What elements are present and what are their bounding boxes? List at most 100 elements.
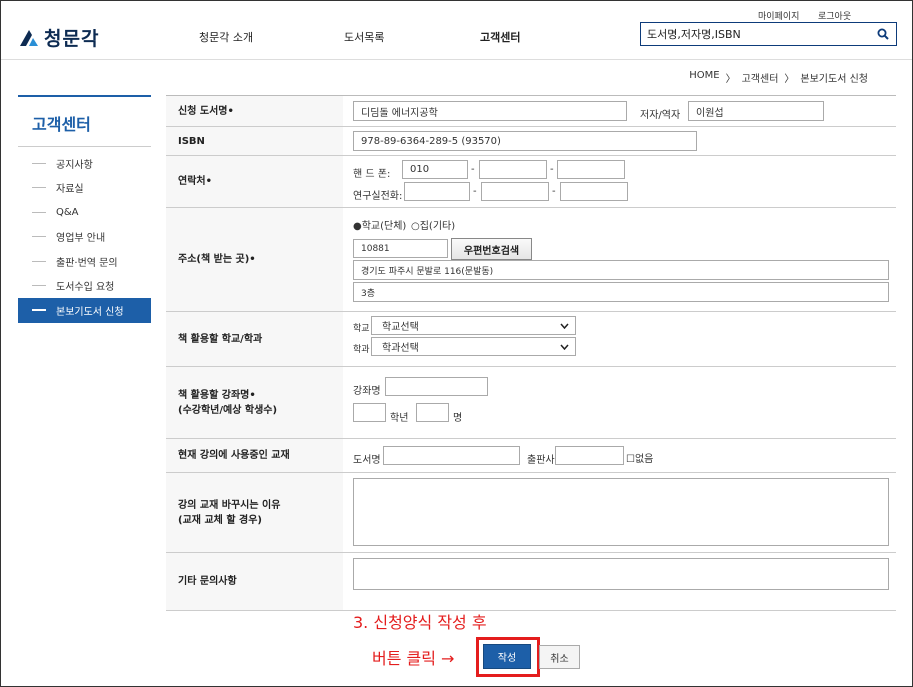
breadcrumb-separator: 〉 [725, 74, 736, 85]
dept-label: 학과 [353, 345, 370, 355]
sidebar-item-archive[interactable]: 자료실 [18, 176, 151, 201]
label-reason: 강의 교재 바꾸시는 이유 (교재 교체 할 경우) [166, 473, 343, 552]
dash-icon [32, 260, 46, 262]
row-address: 주소(책 받는 곳)• ●학교(단체) ○집(기타) 10881 우편번호검색 … [166, 208, 896, 312]
radio-school[interactable]: ●학교(단체) [353, 217, 406, 232]
sidebar-item-label: 공지사항 [56, 159, 93, 171]
label-course: 책 활용할 강좌명• (수강학년/예상 학생수) [166, 367, 343, 438]
label-reason-line1: 강의 교재 바꾸시는 이유 [178, 499, 281, 511]
dept-select-value: 학과선택 [382, 343, 419, 354]
grade-label: 학년 [390, 413, 409, 424]
top-header: 청문각 마이페이지 로그아웃 청문각 소개 도서목록 고객센터 [0, 0, 913, 60]
sidebar: 고객센터 공지사항 자료실 Q&A 영업부 안내 출판·번역 문의 도서수입 요… [18, 95, 151, 323]
row-reason: 강의 교재 바꾸시는 이유 (교재 교체 할 경우) [166, 473, 896, 553]
dash-icon [32, 285, 46, 287]
label-address: 주소(책 받는 곳)• [166, 208, 343, 311]
row-book-title: 신청 도서명• 디딤돌 에너지공학 저자/역자 이원섭 [166, 96, 896, 127]
school-label: 학교 [353, 324, 370, 334]
submit-button[interactable]: 작성 [483, 644, 531, 669]
row-school: 책 활용할 학교/학과 학교 학교선택 학과 학과선택 [166, 312, 896, 367]
author-label: 저자/역자 [640, 110, 681, 121]
logo[interactable]: 청문각 [18, 24, 99, 51]
publisher-input[interactable] [555, 446, 624, 465]
label-school: 책 활용할 학교/학과 [166, 312, 343, 366]
sidebar-item-sales[interactable]: 영업부 안내 [18, 225, 151, 250]
no-textbook-checkbox[interactable]: ☐없음 [626, 450, 653, 465]
sidebar-item-label: 본보기도서 신청 [56, 306, 124, 318]
reason-textarea[interactable] [353, 478, 889, 546]
dash-icon [32, 187, 46, 189]
publisher-label: 출판사 [527, 455, 555, 466]
nav-customer-center[interactable]: 고객센터 [480, 29, 520, 45]
search-input[interactable] [641, 23, 870, 45]
dept-select[interactable]: 학과선택 [371, 337, 576, 356]
zipcode-search-button[interactable]: 우편번호검색 [451, 238, 532, 260]
dash-icon [32, 162, 46, 164]
grade-input[interactable] [353, 403, 386, 422]
zipcode-input[interactable]: 10881 [353, 239, 448, 258]
textbook-title-input[interactable] [383, 446, 520, 465]
label-reason-line2: (교재 교체 할 경우) [178, 514, 262, 526]
address-line2-input[interactable]: 3층 [353, 282, 889, 302]
row-isbn: ISBN 978-89-6364-289-5 (93570) [166, 127, 896, 156]
breadcrumb-customer-center[interactable]: 고객센터 [742, 70, 779, 85]
dash-separator: - [552, 186, 556, 197]
label-course-line2: (수강학년/예상 학생수) [178, 404, 278, 416]
logo-text: 청문각 [44, 28, 100, 50]
course-name-label: 강좌명 [353, 386, 381, 397]
course-name-input[interactable] [385, 377, 488, 396]
sidebar-item-label: 영업부 안내 [56, 233, 106, 245]
book-title-input[interactable]: 디딤돌 에너지공학 [353, 101, 627, 121]
search-icon[interactable] [870, 23, 896, 45]
sidebar-item-label: 출판·번역 문의 [56, 257, 118, 269]
address-line1-input[interactable]: 경기도 파주시 문발로 116(문발동) [353, 260, 889, 280]
isbn-input[interactable]: 978-89-6364-289-5 (93570) [353, 131, 697, 151]
sidebar-item-qna[interactable]: Q&A [18, 200, 151, 225]
sidebar-item-label: Q&A [56, 206, 79, 218]
student-count-input[interactable] [416, 403, 449, 422]
school-select[interactable]: 학교선택 [371, 316, 576, 335]
school-select-value: 학교선택 [382, 322, 419, 333]
mobile-last-input[interactable] [557, 160, 625, 179]
sidebar-item-import[interactable]: 도서수입 요청 [18, 274, 151, 299]
sidebar-item-sample-request[interactable]: 본보기도서 신청 [18, 298, 151, 323]
nav-book-list[interactable]: 도서목록 [344, 29, 384, 45]
dash-separator: - [471, 164, 475, 175]
label-other: 기타 문의사항 [166, 553, 343, 610]
nav-about[interactable]: 청문각 소개 [199, 29, 253, 45]
sidebar-title: 고객센터 [18, 97, 151, 147]
logout-link[interactable]: 로그아웃 [818, 9, 851, 22]
other-inquiry-textarea[interactable] [353, 558, 889, 590]
lab-phone-label: 연구실전화: [353, 191, 403, 202]
sidebar-item-label: 자료실 [56, 184, 84, 196]
label-current-textbook: 현재 강의에 사용중인 교재 [166, 439, 343, 472]
author-input[interactable]: 이원섭 [688, 101, 824, 121]
lab-phone-prefix-input[interactable] [404, 182, 470, 201]
label-course-line1: 책 활용할 강좌명• [178, 389, 256, 401]
annotation-line2: 버튼 클릭 → [372, 649, 455, 668]
dash-separator: - [473, 186, 477, 197]
breadcrumb-current: 본보기도서 신청 [800, 74, 868, 85]
breadcrumb: HOME 〉 고객센터 〉 본보기도서 신청 [689, 70, 868, 85]
lab-phone-middle-input[interactable] [481, 182, 549, 201]
chevron-down-icon [560, 323, 569, 329]
mypage-link[interactable]: 마이페이지 [758, 9, 799, 22]
student-count-label: 명 [453, 413, 463, 424]
dash-icon [32, 211, 46, 213]
cancel-button[interactable]: 취소 [539, 645, 580, 669]
breadcrumb-home[interactable]: HOME [689, 70, 719, 85]
mobile-middle-input[interactable] [479, 160, 547, 179]
sidebar-item-publishing[interactable]: 출판·번역 문의 [18, 249, 151, 274]
sidebar-item-notice[interactable]: 공지사항 [18, 151, 151, 176]
lab-phone-last-input[interactable] [560, 182, 628, 201]
dash-icon [32, 236, 46, 238]
label-book-title: 신청 도서명• [166, 96, 343, 126]
dash-separator: - [550, 164, 554, 175]
breadcrumb-separator: 〉 [784, 74, 795, 85]
search-box [640, 22, 897, 46]
chevron-down-icon [560, 344, 569, 350]
row-contact: 연락처• 핸 드 폰: 010 - - 연구실전화: - - [166, 156, 896, 208]
mobile-prefix-input[interactable]: 010 [402, 160, 468, 179]
radio-home[interactable]: ○집(기타) [411, 217, 455, 232]
logo-icon [20, 29, 38, 46]
